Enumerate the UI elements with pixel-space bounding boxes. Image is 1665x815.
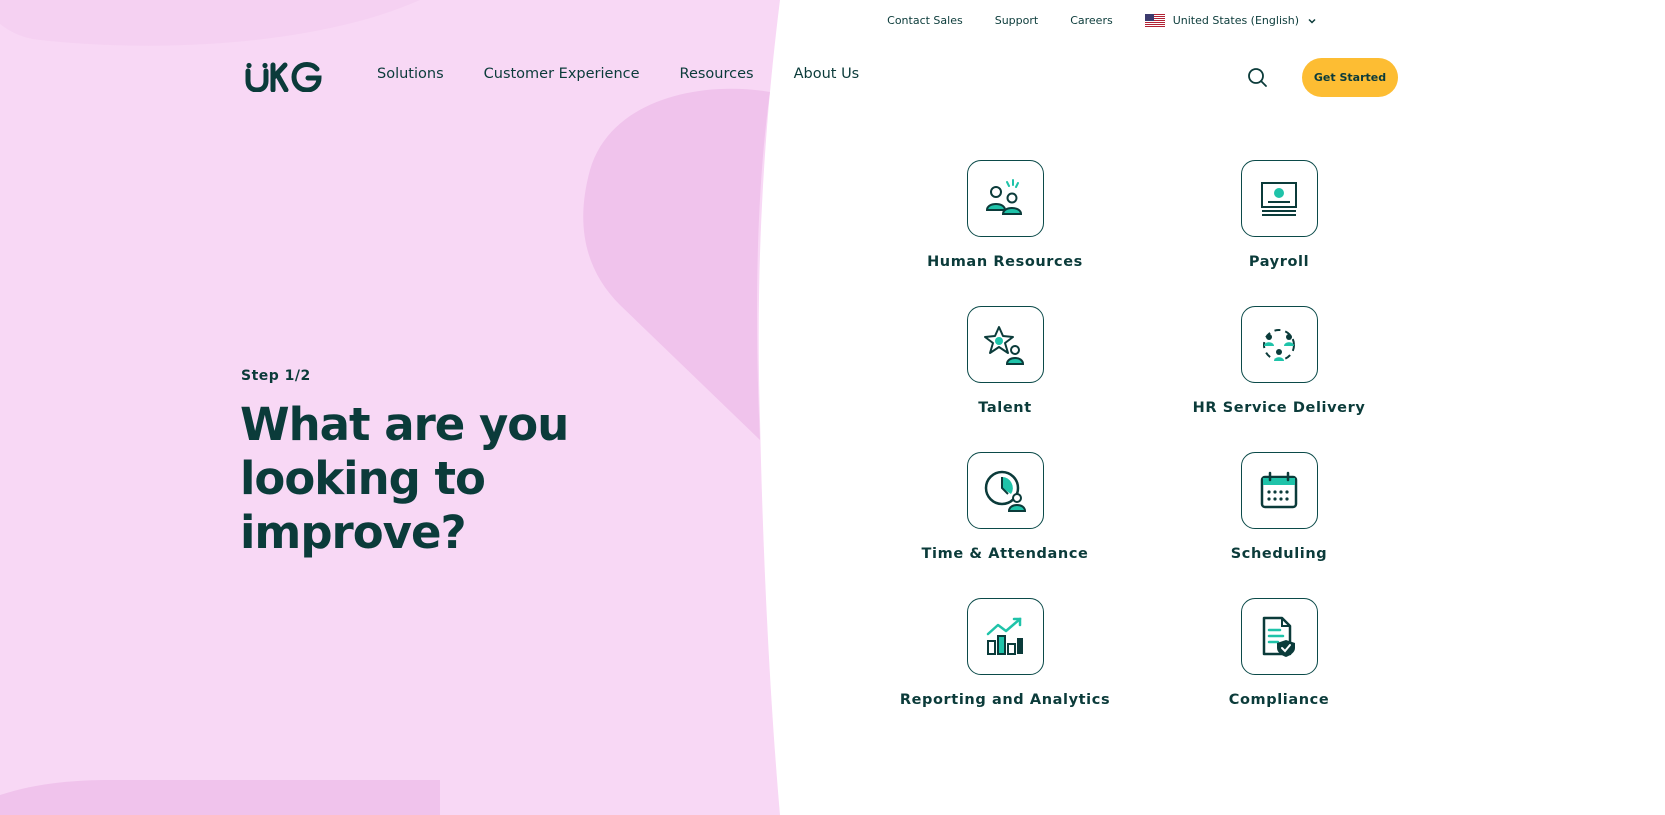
option-label: Reporting and Analytics <box>899 692 1111 708</box>
talent-star-icon <box>984 325 1025 365</box>
option-tile <box>966 452 1044 529</box>
payroll-icon <box>1261 181 1297 216</box>
option-time-attendance[interactable]: Time & Attendance <box>868 452 1142 598</box>
get-started-button[interactable]: Get Started <box>1302 58 1398 97</box>
option-scheduling[interactable]: Scheduling <box>1142 452 1416 598</box>
support-link[interactable]: Support <box>995 14 1038 27</box>
us-flag-icon <box>1144 14 1165 27</box>
option-tile <box>966 160 1044 237</box>
service-network-icon <box>1263 328 1295 361</box>
option-tile <box>966 598 1044 675</box>
option-compliance[interactable]: Compliance <box>1142 598 1416 744</box>
clock-person-icon <box>984 470 1027 512</box>
nav-customer-experience[interactable]: Customer Experience <box>484 66 640 82</box>
option-talent[interactable]: Talent <box>868 306 1142 452</box>
people-icon <box>985 178 1023 215</box>
option-human-resources[interactable]: Human Resources <box>868 160 1142 306</box>
calendar-icon <box>1260 471 1298 508</box>
locale-label: United States (English) <box>1172 14 1299 27</box>
locale-selector[interactable]: United States (English) <box>1144 14 1317 27</box>
option-tile <box>1240 160 1318 237</box>
option-payroll[interactable]: Payroll <box>1142 160 1416 306</box>
option-label: Compliance <box>1228 692 1330 708</box>
document-shield-icon <box>1262 616 1295 657</box>
option-tile <box>966 306 1044 383</box>
nav-resources[interactable]: Resources <box>680 66 754 82</box>
option-label: Time & Attendance <box>921 546 1089 562</box>
nav-solutions[interactable]: Solutions <box>377 66 444 82</box>
option-label: HR Service Delivery <box>1192 400 1366 416</box>
option-label: Scheduling <box>1230 546 1328 562</box>
step-indicator: Step 1/2 <box>241 368 311 384</box>
option-label: Talent <box>978 400 1032 416</box>
option-tile <box>1240 598 1318 675</box>
search-icon <box>1248 68 1267 87</box>
improvement-options: Human Resources Payroll Talent HR Servic… <box>868 160 1416 744</box>
option-label: Human Resources <box>927 254 1083 270</box>
main-nav: Solutions Customer Experience Resources … <box>377 66 859 82</box>
option-label: Payroll <box>1248 254 1310 270</box>
page-title: What are you looking to improve? <box>240 398 569 559</box>
option-hr-service-delivery[interactable]: HR Service Delivery <box>1142 306 1416 452</box>
option-tile <box>1240 306 1318 383</box>
search-button[interactable] <box>1246 66 1268 88</box>
bar-chart-icon <box>986 617 1023 655</box>
chevron-down-icon <box>1308 18 1316 24</box>
nav-about-us[interactable]: About Us <box>794 66 860 82</box>
utility-nav: Contact Sales Support Careers United Sta… <box>887 14 1317 27</box>
ukg-logo[interactable] <box>245 62 323 92</box>
option-reporting-analytics[interactable]: Reporting and Analytics <box>868 598 1142 744</box>
careers-link[interactable]: Careers <box>1070 14 1113 27</box>
contact-sales-link[interactable]: Contact Sales <box>887 14 963 27</box>
option-tile <box>1240 452 1318 529</box>
